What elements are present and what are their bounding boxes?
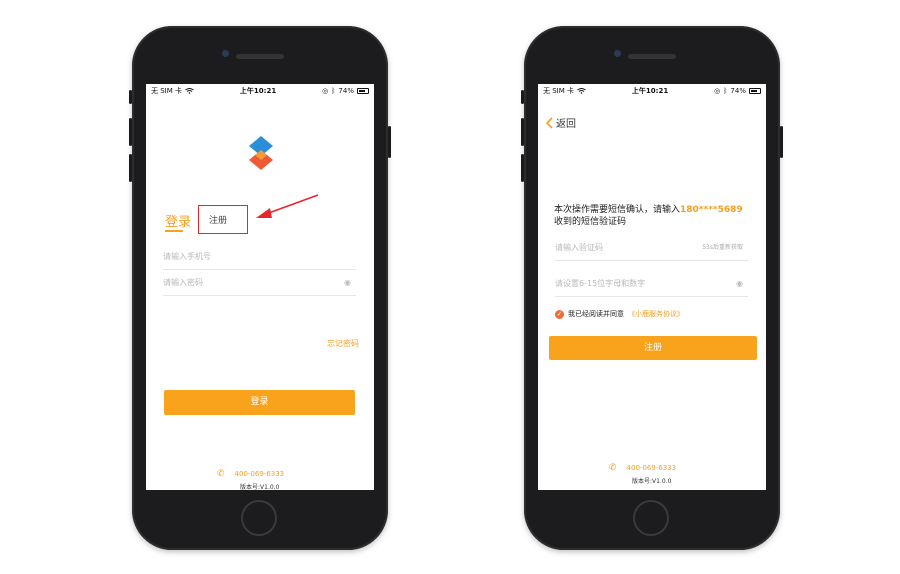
forgot-password-link[interactable]: 忘记密码: [327, 338, 359, 349]
carrier-label: 无 SIM 卡: [543, 87, 574, 95]
version-label: 版本号:V1.0.0: [240, 484, 280, 490]
agree-checkbox[interactable]: ✓: [555, 309, 564, 319]
hotline-number: 400-069-6333: [626, 464, 677, 472]
status-bar: 无 SIM 卡 上午10:21 ◎ ᛒ 74%: [146, 84, 374, 98]
wifi-icon: [185, 88, 194, 94]
front-camera: [222, 50, 229, 57]
volume-down-button: [521, 154, 524, 182]
app-logo-icon: [249, 136, 273, 170]
mute-switch: [129, 90, 132, 104]
tab-login[interactable]: 登录: [165, 211, 191, 230]
bluetooth-icon: ᛒ: [331, 87, 336, 95]
battery-icon: [748, 88, 761, 94]
login-screen: 无 SIM 卡 上午10:21 ◎ ᛒ 74% 登录 注册 请输入手机号 请输入…: [146, 84, 374, 490]
phone-input-placeholder: 请输入手机号: [163, 252, 211, 261]
chevron-left-icon: [546, 116, 553, 129]
agree-text: 我已经阅读并同意: [568, 310, 624, 318]
sms-instruction: 本次操作需要短信确认，请输入180****5689 收到的短信验证码: [554, 204, 743, 228]
instruction-line2: 收到的短信验证码: [554, 217, 627, 227]
battery-icon: [356, 88, 369, 94]
resend-countdown[interactable]: 53s后重新获取: [702, 236, 743, 260]
tab-register[interactable]: 注册: [209, 213, 227, 226]
volume-up-button: [129, 118, 132, 146]
phone-frame-left: 无 SIM 卡 上午10:21 ◎ ᛒ 74% 登录 注册 请输入手机号 请输入…: [129, 26, 391, 550]
code-input-placeholder: 请输入验证码: [555, 243, 603, 252]
power-button: [780, 126, 783, 158]
register-screen: 无 SIM 卡 上午10:21 ◎ ᛒ 74% 返回 本次操作需要短信确认，请输…: [538, 84, 766, 490]
set-password-input[interactable]: 请设置6-15位字母和数字 ◉: [555, 272, 748, 297]
login-button[interactable]: 登录: [164, 390, 355, 415]
version-label: 版本号:V1.0.0: [632, 478, 672, 485]
carrier-label: 无 SIM 卡: [151, 87, 182, 95]
battery-percent: 74%: [730, 87, 746, 95]
eye-icon[interactable]: ◉: [736, 272, 743, 296]
tab-login-underline: [165, 230, 183, 232]
status-time: 上午10:21: [631, 87, 669, 95]
location-icon: ◎: [714, 87, 721, 95]
earpiece-speaker: [628, 54, 676, 59]
volume-up-button: [521, 118, 524, 146]
home-button: [633, 500, 669, 536]
battery-percent: 74%: [338, 87, 354, 95]
phone-input[interactable]: 请输入手机号: [163, 245, 356, 270]
agreement-link[interactable]: 《小鹿服务协议》: [628, 309, 684, 319]
mute-switch: [521, 90, 524, 104]
agreement-row: ✓ 我已经阅读并同意 《小鹿服务协议》: [555, 309, 684, 319]
back-button[interactable]: 返回: [546, 115, 576, 130]
bluetooth-icon: ᛒ: [723, 87, 728, 95]
password-input-placeholder: 请输入密码: [163, 278, 203, 287]
phone-frame-right: 无 SIM 卡 上午10:21 ◎ ᛒ 74% 返回 本次操作需要短信确认，请输…: [521, 26, 783, 550]
red-arrow-annotation: [256, 194, 319, 218]
password-input[interactable]: 请输入密码 ◉: [163, 271, 356, 296]
register-button[interactable]: 注册: [549, 336, 757, 360]
front-camera: [614, 50, 621, 57]
verification-code-input[interactable]: 请输入验证码 53s后重新获取: [555, 236, 748, 261]
home-button: [241, 500, 277, 536]
set-password-placeholder: 请设置6-15位字母和数字: [555, 279, 646, 288]
hotline-number: 400-069-6333: [234, 470, 285, 478]
instruction-line1: 本次操作需要短信确认，请输入: [554, 205, 681, 215]
volume-down-button: [129, 154, 132, 182]
phone-icon: ✆: [217, 469, 225, 479]
status-time: 上午10:21: [239, 87, 277, 95]
eye-icon[interactable]: ◉: [344, 271, 351, 295]
earpiece-speaker: [236, 54, 284, 59]
location-icon: ◎: [322, 87, 329, 95]
power-button: [388, 126, 391, 158]
hotline[interactable]: ✆ 400-069-6333: [217, 469, 284, 479]
masked-phone-number: 180****5689: [680, 205, 743, 215]
status-bar: 无 SIM 卡 上午10:21 ◎ ᛒ 74%: [538, 84, 766, 98]
hotline[interactable]: ✆ 400-069-6333: [609, 463, 676, 473]
phone-icon: ✆: [609, 463, 617, 473]
wifi-icon: [577, 88, 586, 94]
back-label: 返回: [556, 119, 576, 130]
